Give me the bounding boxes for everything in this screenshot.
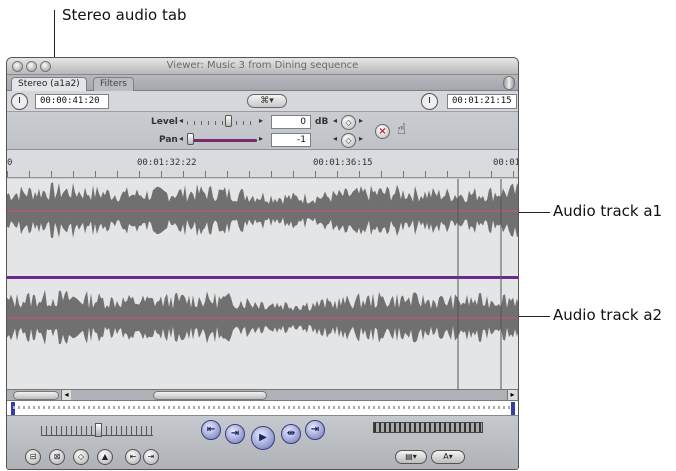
go-to-next-edit-button[interactable]: ⇥	[305, 420, 325, 440]
pan-value-field[interactable]: -1	[271, 133, 311, 147]
audio-track-a1-waveform[interactable]	[7, 182, 519, 239]
level-value-field[interactable]: 0	[271, 115, 311, 129]
current-timecode-field[interactable]: 00:01:21:15	[447, 94, 517, 109]
ruler-label-3: 00:01:	[493, 158, 518, 168]
ruler-label-1: 00:01:32:22	[137, 158, 197, 168]
hand-grab-icon[interactable]: ☝	[397, 120, 406, 138]
pan-next-keyframe-arrow[interactable]: ▸	[359, 134, 363, 143]
window-title: Viewer: Music 3 from Dining sequence	[166, 60, 359, 71]
tab-filters[interactable]: Filters	[93, 77, 134, 91]
level-keyframe-button[interactable]: ◇	[341, 115, 356, 130]
horizontal-scrollbar[interactable]: ◂ ▸	[7, 389, 518, 401]
viewer-window: Viewer: Music 3 from Dining sequence Ste…	[6, 57, 519, 470]
ruler-ticks	[7, 171, 518, 177]
reset-x-icon[interactable]: ×	[375, 124, 390, 139]
callout-track-a1: Audio track a1	[553, 202, 663, 220]
track-divider	[7, 276, 518, 279]
pan-increase-arrow[interactable]: ▸	[259, 134, 263, 143]
jog-knob[interactable]	[95, 423, 102, 437]
tab-scroll-handle[interactable]	[503, 76, 515, 90]
callout-stereo-tab: Stereo audio tab	[62, 6, 187, 24]
current-clock-icon	[421, 93, 438, 110]
pan-prev-keyframe-arrow[interactable]: ◂	[333, 134, 337, 143]
pan-keyframe-button[interactable]: ◇	[341, 133, 356, 148]
callout-track-a2: Audio track a2	[553, 306, 663, 324]
level-increase-arrow[interactable]: ▸	[259, 116, 263, 125]
audio-track-a2-waveform[interactable]	[7, 289, 519, 345]
level-slider-thumb[interactable]	[225, 115, 232, 127]
waveform-display[interactable]	[7, 179, 519, 389]
recent-clips-popup[interactable]: ▤▾	[395, 450, 427, 464]
duration-timecode-field[interactable]: 00:00:41:20	[35, 94, 109, 109]
time-ruler[interactable]: 0 00:01:32:22 00:01:36:15 00:01:	[7, 150, 518, 178]
level-unit: dB	[315, 117, 329, 127]
pan-slider-thumb[interactable]	[187, 133, 194, 145]
out-point-marker[interactable]	[511, 402, 515, 415]
tab-strip: Stereo (a1a2) Filters	[7, 75, 518, 91]
callout-line-track-a1	[516, 212, 550, 213]
playhead-sync-button[interactable]: ⌘▾	[247, 94, 287, 108]
pan-slider-track[interactable]	[187, 139, 257, 142]
callout-line-track-a2	[516, 316, 550, 317]
add-marker-button[interactable]: ▲	[97, 449, 113, 465]
mini-timeline[interactable]	[7, 401, 518, 416]
pan-decrease-arrow[interactable]: ◂	[179, 134, 183, 143]
ruler-label-2: 00:01:36:15	[313, 158, 373, 168]
pan-label: Pan	[159, 135, 178, 145]
mark-out-button[interactable]: ⇥	[143, 449, 159, 465]
scroll-left-arrow[interactable]: ◂	[61, 390, 71, 400]
scroll-thumb[interactable]	[153, 391, 267, 400]
zoom-slider-thumb[interactable]	[13, 391, 59, 400]
waveform-area[interactable]	[7, 179, 518, 389]
level-next-keyframe-arrow[interactable]: ▸	[359, 116, 363, 125]
transport-controls: ⇤ ⇥ ▶ ⇹ ⇥ ⊟ ⊠ ◇ ▲ ⇤ ⇥ ▤▾ A▾	[7, 416, 518, 469]
shuttle-control[interactable]	[373, 422, 483, 433]
ruler-label-start: 0	[7, 158, 13, 168]
level-prev-keyframe-arrow[interactable]: ◂	[333, 116, 337, 125]
audio-controls-row: Level ◂ ▸ 0 dB ◂ ◇ ▸ Pan ◂ ▸ -1 ◂ ◇ ▸ × …	[7, 112, 518, 150]
match-frame-button[interactable]: ⊟	[25, 449, 41, 465]
play-around-current-button[interactable]: ⇹	[281, 424, 301, 444]
timecode-row: 00:00:41:20 ⌘▾ 00:01:21:15	[7, 91, 518, 112]
duration-clock-icon	[11, 93, 28, 110]
play-button[interactable]: ▶	[251, 426, 275, 450]
go-to-previous-edit-button[interactable]: ⇤	[201, 420, 221, 440]
mark-in-button[interactable]: ⇤	[125, 449, 141, 465]
tab-stereo-a1a2[interactable]: Stereo (a1a2)	[11, 77, 87, 91]
add-keyframe-button[interactable]: ◇	[73, 449, 89, 465]
mini-timeline-track	[13, 406, 512, 409]
scroll-right-arrow[interactable]: ▸	[507, 390, 517, 400]
play-in-to-out-button[interactable]: ⇥	[225, 424, 245, 444]
level-label: Level	[151, 117, 178, 127]
level-slider-track[interactable]	[187, 121, 257, 125]
mark-clip-button[interactable]: ⊠	[49, 449, 65, 465]
level-decrease-arrow[interactable]: ◂	[179, 116, 183, 125]
title-bar: Viewer: Music 3 from Dining sequence	[7, 58, 518, 75]
generator-popup[interactable]: A▾	[431, 450, 465, 464]
